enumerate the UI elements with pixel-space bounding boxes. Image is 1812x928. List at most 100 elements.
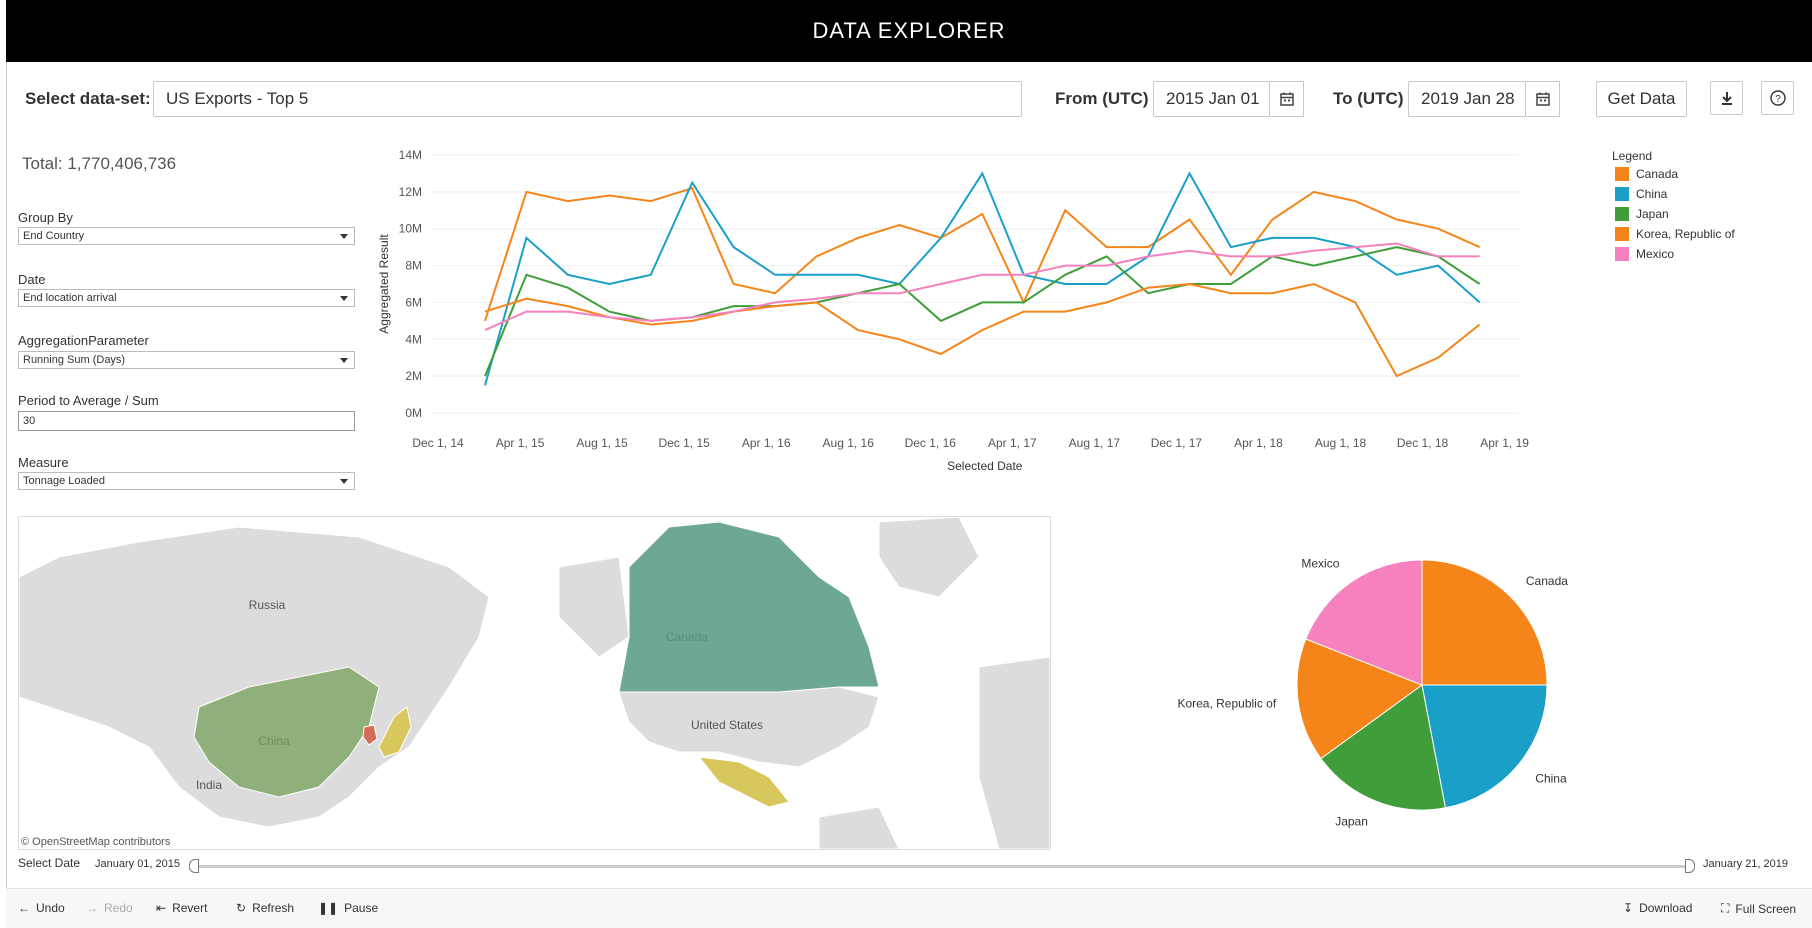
x-tick-label: Dec 1, 18 bbox=[1397, 436, 1449, 450]
redo-button[interactable]: → Redo bbox=[86, 901, 133, 915]
period-input[interactable]: 30 bbox=[18, 411, 355, 431]
y-tick-label: 10M bbox=[399, 222, 422, 236]
legend-item-korea[interactable]: Korea, Republic of bbox=[1615, 227, 1735, 241]
revert-label: Revert bbox=[172, 901, 208, 915]
get-data-button[interactable]: Get Data bbox=[1596, 81, 1687, 117]
y-tick-label: 12M bbox=[399, 185, 422, 199]
date-select[interactable]: End location arrival bbox=[18, 289, 355, 307]
x-tick-label: Apr 1, 18 bbox=[1234, 436, 1283, 450]
legend-item-mexico[interactable]: Mexico bbox=[1615, 247, 1674, 261]
refresh-label: Refresh bbox=[252, 901, 295, 915]
x-tick-label: Dec 1, 16 bbox=[905, 436, 957, 450]
legend-swatch bbox=[1615, 247, 1629, 261]
undo-icon: ← bbox=[18, 901, 30, 915]
refresh-button[interactable]: ↻ Refresh bbox=[236, 901, 294, 915]
chevron-down-icon bbox=[340, 234, 348, 239]
redo-label: Redo bbox=[104, 901, 133, 915]
slider-end-handle[interactable] bbox=[1685, 859, 1695, 873]
x-tick-label: Aug 1, 15 bbox=[576, 436, 628, 450]
calendar-icon bbox=[1535, 92, 1550, 106]
revert-button[interactable]: ⇤ Revert bbox=[156, 901, 207, 915]
slider-start-date: January 01, 2015 bbox=[95, 858, 181, 870]
dataset-select[interactable]: US Exports - Top 5 bbox=[153, 81, 1022, 117]
revert-icon: ⇤ bbox=[156, 901, 167, 915]
x-tick-label: Apr 1, 15 bbox=[496, 436, 545, 450]
pie-label: Mexico bbox=[1301, 556, 1339, 570]
aggregation-select[interactable]: Running Sum (Days) bbox=[18, 351, 355, 369]
dataset-label: Select data-set: bbox=[25, 89, 151, 108]
map-label-china: China bbox=[258, 734, 290, 748]
group-by-select[interactable]: End Country bbox=[18, 227, 355, 245]
y-tick-label: 14M bbox=[399, 148, 422, 162]
help-button[interactable]: ? bbox=[1761, 81, 1794, 115]
legend-label: Japan bbox=[1636, 207, 1669, 221]
aggregation-label: AggregationParameter bbox=[18, 333, 149, 348]
map-label-russia: Russia bbox=[249, 598, 286, 612]
x-tick-label: Aug 1, 16 bbox=[823, 436, 875, 450]
series-line-canada[interactable] bbox=[484, 186, 1481, 322]
pie-label: Japan bbox=[1335, 815, 1368, 829]
pause-icon: ❚❚ bbox=[318, 901, 339, 915]
x-tick-label: Apr 1, 17 bbox=[988, 436, 1037, 450]
group-by-label: Group By bbox=[18, 210, 73, 225]
group-by-value: End Country bbox=[23, 230, 85, 242]
series-line-china[interactable] bbox=[484, 171, 1481, 386]
to-date-value: 2019 Jan 28 bbox=[1421, 89, 1515, 108]
y-tick-label: 2M bbox=[405, 369, 422, 383]
legend-label: Mexico bbox=[1636, 247, 1675, 261]
download-button[interactable]: ↧ Download bbox=[1623, 901, 1692, 915]
x-tick-label: Aug 1, 18 bbox=[1315, 436, 1367, 450]
from-label: From (UTC) bbox=[1055, 89, 1149, 108]
undo-button[interactable]: ← Undo bbox=[18, 901, 65, 915]
x-tick-label: Aug 1, 17 bbox=[1069, 436, 1121, 450]
total-value: Total: 1,770,406,736 bbox=[22, 154, 177, 173]
pie-label: Korea, Republic of bbox=[1177, 696, 1276, 710]
bottom-toolbar: ← Undo → Redo ⇤ Revert ↻ Refresh ❚❚ Pause ↧ Do… bbox=[6, 888, 1812, 928]
legend-swatch bbox=[1615, 227, 1629, 241]
slider-start-handle[interactable] bbox=[189, 859, 199, 873]
date-value: End location arrival bbox=[23, 292, 117, 304]
world-map[interactable]: Russia China India Canada United States … bbox=[18, 516, 1051, 850]
y-tick-label: 4M bbox=[405, 332, 422, 346]
pause-button[interactable]: ❚❚ Pause bbox=[318, 901, 378, 915]
map-attribution: © OpenStreetMap contributors bbox=[21, 836, 171, 848]
slider-track[interactable] bbox=[192, 865, 1692, 868]
measure-label: Measure bbox=[18, 455, 69, 470]
series-line-korea-republic-of[interactable] bbox=[484, 282, 1481, 378]
from-date-input[interactable]: 2015 Jan 01 bbox=[1153, 81, 1270, 117]
measure-select[interactable]: Tonnage Loaded bbox=[18, 472, 355, 490]
aggregation-value: Running Sum (Days) bbox=[23, 354, 126, 366]
legend-label: Canada bbox=[1636, 167, 1679, 181]
y-tick-label: 8M bbox=[405, 259, 422, 273]
from-calendar-button[interactable] bbox=[1270, 81, 1304, 117]
x-tick-label: Apr 1, 16 bbox=[742, 436, 791, 450]
map-label-india: India bbox=[196, 778, 222, 792]
series-line-japan[interactable] bbox=[484, 246, 1481, 377]
y-tick-label: 6M bbox=[405, 295, 422, 309]
x-tick-label: Dec 1, 15 bbox=[658, 436, 710, 450]
legend-item-japan[interactable]: Japan bbox=[1615, 207, 1669, 221]
legend-label: China bbox=[1636, 187, 1668, 201]
refresh-icon: ↻ bbox=[236, 901, 247, 915]
fullscreen-button[interactable]: ⛶ Full Screen bbox=[1721, 901, 1796, 916]
dataset-select-value: US Exports - Top 5 bbox=[166, 89, 309, 108]
legend-item-china[interactable]: China bbox=[1615, 187, 1667, 201]
svg-text:?: ? bbox=[1775, 94, 1781, 105]
pause-label: Pause bbox=[344, 901, 379, 915]
legend-title: Legend bbox=[1612, 149, 1653, 163]
download-label: Download bbox=[1639, 901, 1693, 915]
undo-label: Undo bbox=[36, 901, 65, 915]
measure-value: Tonnage Loaded bbox=[23, 475, 105, 487]
to-date-input[interactable]: 2019 Jan 28 bbox=[1408, 81, 1526, 117]
app-title: DATA EXPLORER bbox=[6, 0, 1812, 62]
y-axis-label: Aggregated Result bbox=[377, 234, 391, 334]
legend-item-canada[interactable]: Canada bbox=[1615, 167, 1678, 181]
chevron-down-icon bbox=[340, 296, 348, 301]
pie-chart: Canada China Japan Korea, Republic of Mexico bbox=[1177, 556, 1568, 829]
legend-swatch bbox=[1615, 187, 1629, 201]
download-data-button[interactable] bbox=[1710, 81, 1743, 115]
legend-swatch bbox=[1615, 167, 1629, 181]
y-tick-label: 0M bbox=[405, 406, 422, 420]
to-calendar-button[interactable] bbox=[1526, 81, 1560, 117]
help-icon: ? bbox=[1769, 90, 1786, 106]
